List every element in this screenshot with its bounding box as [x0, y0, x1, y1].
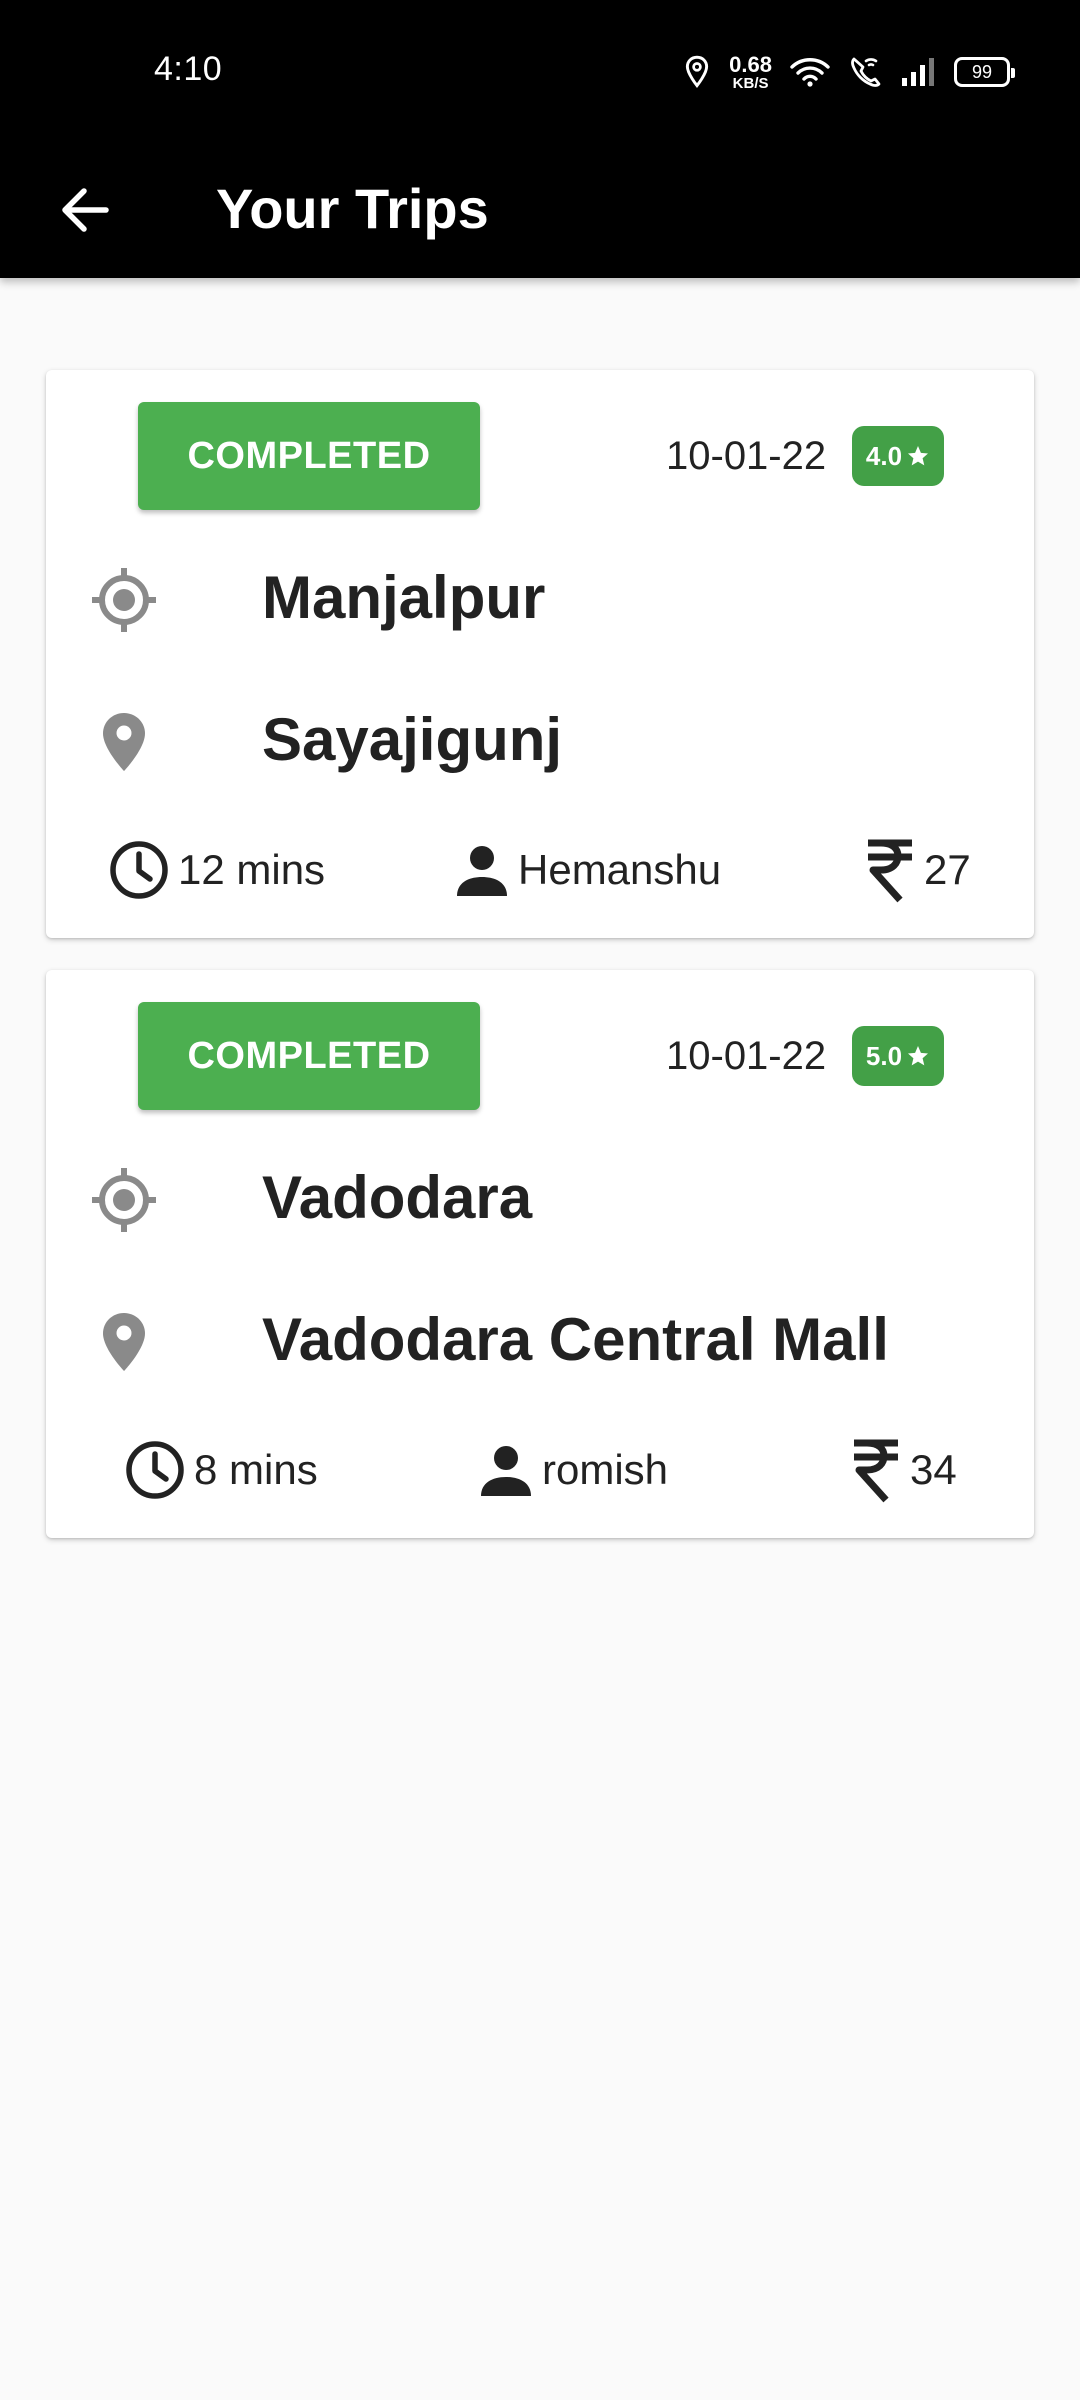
- status-time: 4:10: [154, 50, 223, 88]
- driver-name: romish: [542, 1446, 669, 1493]
- person-icon: [478, 1442, 534, 1498]
- drop-row: Sayajigunj: [46, 690, 1034, 790]
- fare: 34: [850, 1430, 957, 1510]
- app-bar: Your Trips: [0, 140, 1080, 278]
- driver: Hemanshu: [454, 830, 721, 910]
- trip-date: 10-01-22: [666, 1034, 827, 1078]
- drop-row: Vadodara Central Mall: [46, 1290, 1034, 1390]
- trip-card[interactable]: COMPLETED 10-01-22 4.0 Manjalpur Sayajig…: [46, 370, 1034, 938]
- net-speed-value: 0.68: [729, 51, 772, 77]
- rating-badge: 5.0: [852, 1026, 944, 1086]
- duration: 8 mins: [124, 1430, 318, 1510]
- my-location-icon: [90, 1166, 158, 1234]
- duration-value: 12 mins: [178, 846, 326, 893]
- location-icon: [683, 55, 711, 89]
- driver-name: Hemanshu: [518, 846, 722, 893]
- rating-value: 5.0: [865, 1040, 903, 1071]
- page-title: Your Trips: [216, 177, 489, 240]
- battery-level: 99: [971, 61, 993, 82]
- net-speed: 0.68 KB/S: [729, 51, 772, 92]
- net-speed-unit: KB/S: [732, 74, 769, 92]
- location-pin-icon: [90, 1308, 158, 1376]
- signal-icon: [900, 56, 936, 88]
- status-icons: 0.68 KB/S 99: [683, 50, 1015, 94]
- star-icon: [906, 1044, 930, 1068]
- my-location-icon: [90, 566, 158, 634]
- rating-badge: 4.0: [852, 426, 944, 486]
- rating-value: 4.0: [865, 440, 903, 471]
- duration-value: 8 mins: [194, 1446, 318, 1493]
- pickup-location: Vadodara: [262, 1164, 533, 1231]
- person-icon: [454, 842, 510, 898]
- fare: 27: [864, 830, 971, 910]
- battery-icon: 99: [954, 57, 1015, 87]
- location-pin-icon: [90, 708, 158, 776]
- pickup-row: Manjalpur: [46, 548, 1034, 648]
- star-icon: [906, 444, 930, 468]
- trip-meta-row: 8 mins romish 34: [46, 1430, 1034, 1510]
- rupee-icon: [850, 1437, 902, 1503]
- clock-icon: [108, 839, 170, 901]
- duration: 12 mins: [108, 830, 325, 910]
- arrow-left-icon: [58, 186, 110, 234]
- trip-card[interactable]: COMPLETED 10-01-22 5.0 Vadodara Vadodara…: [46, 970, 1034, 1538]
- status-chip: COMPLETED: [138, 1002, 480, 1110]
- trip-meta-row: 12 mins Hemanshu 27: [46, 830, 1034, 910]
- status-bar: 4:10 0.68 KB/S 99: [0, 0, 1080, 140]
- clock-icon: [124, 1439, 186, 1501]
- drop-location: Sayajigunj: [262, 706, 563, 773]
- fare-value: 34: [910, 1446, 957, 1493]
- fare-value: 27: [924, 846, 971, 893]
- pickup-location: Manjalpur: [262, 564, 546, 631]
- status-chip: COMPLETED: [138, 402, 480, 510]
- wifi-calling-icon: [848, 55, 882, 89]
- rupee-icon: [864, 837, 916, 903]
- trip-date: 10-01-22: [666, 434, 827, 478]
- back-button[interactable]: [44, 170, 124, 250]
- driver: romish: [478, 1430, 668, 1510]
- pickup-row: Vadodara: [46, 1148, 1034, 1248]
- drop-location: Vadodara Central Mall: [262, 1306, 889, 1373]
- wifi-icon: [790, 56, 830, 88]
